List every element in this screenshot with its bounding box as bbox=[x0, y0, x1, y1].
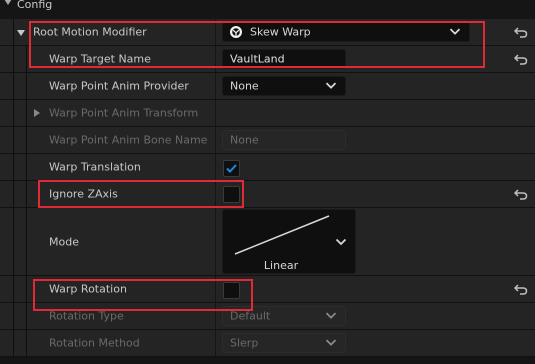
property-label: Mode bbox=[49, 235, 79, 248]
bone-name-input: None bbox=[222, 130, 346, 150]
reset-arrow-icon bbox=[514, 27, 528, 38]
modifier-class-dropdown[interactable]: Skew Warp bbox=[222, 22, 470, 42]
mode-curve-dropdown[interactable]: Linear bbox=[222, 209, 356, 274]
chevron-down-icon bbox=[325, 82, 337, 89]
dropdown-value: None bbox=[230, 79, 259, 93]
warp-translation-checkbox[interactable] bbox=[223, 160, 240, 177]
section-title: Config bbox=[17, 0, 53, 11]
property-label: Warp Rotation bbox=[49, 282, 127, 296]
linear-curve-icon bbox=[234, 215, 330, 255]
reset-button[interactable] bbox=[506, 46, 535, 72]
reset-arrow-icon bbox=[514, 189, 528, 200]
chevron-down-icon bbox=[325, 339, 337, 346]
row-ignore-zaxis: Ignore ZAxis bbox=[0, 181, 535, 208]
indent-guide bbox=[13, 19, 14, 45]
row-root-motion-modifier: Root Motion Modifier Skew Warp bbox=[0, 19, 535, 46]
checkmark-icon bbox=[226, 164, 237, 173]
dropdown-value: Skew Warp bbox=[250, 25, 311, 39]
row-warp-rotation: Warp Rotation bbox=[0, 276, 535, 303]
anim-provider-dropdown[interactable]: None bbox=[222, 76, 346, 96]
row-warp-translation: Warp Translation bbox=[0, 154, 535, 181]
reset-button[interactable] bbox=[506, 181, 535, 207]
property-label: Warp Translation bbox=[49, 160, 141, 174]
chevron-down-icon bbox=[335, 238, 347, 246]
dropdown-value: Slerp bbox=[230, 336, 259, 350]
config-section-header[interactable]: Config bbox=[0, 0, 535, 19]
property-label: Warp Point Anim Provider bbox=[49, 79, 189, 93]
property-label: Ignore ZAxis bbox=[49, 187, 118, 201]
row-warp-point-anim-provider: Warp Point Anim Provider None bbox=[0, 73, 535, 100]
property-label: Rotation Method bbox=[49, 336, 140, 350]
input-value: VaultLand bbox=[230, 52, 285, 66]
warp-target-name-input[interactable]: VaultLand bbox=[222, 49, 346, 69]
class-picker-icon bbox=[230, 26, 242, 38]
reset-arrow-icon bbox=[514, 54, 528, 65]
dropdown-value: Default bbox=[230, 309, 271, 323]
row-rotation-type: Rotation Type Default bbox=[0, 303, 535, 330]
reset-button[interactable] bbox=[506, 276, 535, 302]
reset-arrow-icon bbox=[514, 284, 528, 295]
warp-rotation-checkbox[interactable] bbox=[223, 282, 240, 299]
rotation-method-dropdown: Slerp bbox=[222, 333, 346, 353]
row-rotation-method: Rotation Method Slerp bbox=[0, 330, 535, 357]
input-value: None bbox=[230, 133, 259, 147]
chevron-down-icon bbox=[325, 312, 337, 319]
property-label: Warp Target Name bbox=[49, 52, 151, 66]
row-warp-target-name: Warp Target Name VaultLand bbox=[0, 46, 535, 73]
reset-button[interactable] bbox=[506, 19, 535, 45]
mode-value: Linear bbox=[263, 259, 299, 272]
collapse-icon[interactable] bbox=[4, 0, 12, 5]
property-label: Warp Point Anim Bone Name bbox=[49, 133, 208, 147]
rotation-type-dropdown: Default bbox=[222, 306, 346, 326]
details-panel: Config Root Motion Modifier Skew Warp Wa… bbox=[0, 0, 535, 364]
property-label: Rotation Type bbox=[49, 309, 124, 323]
row-warp-point-anim-bone-name: Warp Point Anim Bone Name None bbox=[0, 127, 535, 154]
property-label: Warp Point Anim Transform bbox=[49, 106, 199, 120]
row-warp-point-anim-transform: Warp Point Anim Transform bbox=[0, 100, 535, 127]
ignore-zaxis-checkbox[interactable] bbox=[223, 186, 240, 203]
property-label: Root Motion Modifier bbox=[33, 25, 147, 39]
chevron-down-icon bbox=[449, 28, 461, 35]
expand-icon[interactable] bbox=[34, 109, 40, 117]
expand-collapse-icon[interactable] bbox=[17, 30, 25, 36]
